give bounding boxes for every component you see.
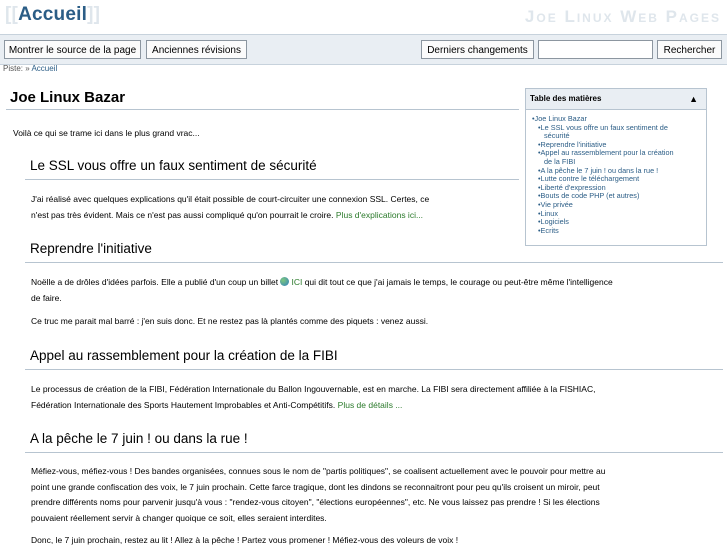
- paragraph-line: Méfiez-vous, méfiez-vous ! Des bandes or…: [31, 466, 606, 476]
- breadcrumb-label: Piste: »: [3, 64, 30, 73]
- header: [[Accueil]] Joe Linux Web Pages: [0, 0, 727, 34]
- intro-text: Voilà ce qui se trame ici dans le plus g…: [13, 128, 200, 138]
- section-initiative-paragraph: Noëlle a de drôles d'idées parfois. Elle…: [31, 275, 613, 306]
- section-divider: [25, 369, 723, 370]
- section-heading-initiative: Reprendre l'initiative: [30, 241, 152, 256]
- section-peche-paragraph-2: Donc, le 7 juin prochain, restez au lit …: [31, 535, 459, 545]
- fibi-details-link[interactable]: Plus de détails ...: [338, 400, 403, 410]
- section-heading-fibi: Appel au rassemblement pour la création …: [30, 348, 338, 363]
- paragraph-line: Fédération Internationale des Sports Hau…: [31, 398, 595, 414]
- ici-link[interactable]: ICI: [291, 277, 302, 287]
- site-name: Joe Linux Web Pages: [524, 7, 721, 26]
- page-title: Joe Linux Bazar: [10, 89, 126, 106]
- old-revisions-button[interactable]: Anciennes révisions: [146, 40, 247, 59]
- recent-changes-button[interactable]: Derniers changements: [421, 40, 534, 59]
- table-of-contents: Table des matières ▲ •Joe Linux Bazar •L…: [525, 88, 707, 246]
- toc-list: •Joe Linux Bazar •Le SSL vous offre un f…: [526, 110, 706, 235]
- site-logo[interactable]: [[Accueil]]: [5, 4, 100, 26]
- paragraph-line: prendre différents noms pour parvenir ju…: [31, 497, 600, 508]
- globe-icon: [280, 277, 290, 286]
- logo-close-brackets: ]]: [87, 4, 101, 25]
- section-heading-peche: A la pêche le 7 juin ! ou dans la rue !: [30, 431, 248, 446]
- section-divider: [25, 262, 723, 263]
- paragraph-line: Le processus de création de la FIBI, Féd…: [31, 384, 596, 394]
- section-ssl-paragraph: J'ai réalisé avec quelques explications …: [31, 192, 429, 223]
- paragraph-line: pouvaient réellement servir à changer qu…: [31, 512, 327, 523]
- section-initiative-paragraph-2: Ce truc me parait mal barré : j'en suis …: [31, 316, 429, 326]
- logo-link[interactable]: Accueil: [18, 4, 87, 25]
- search-button[interactable]: Rechercher: [657, 40, 722, 59]
- show-source-button[interactable]: Montrer le source de la page: [4, 40, 141, 59]
- paragraph-line: point une grande confiscation des voix, …: [31, 481, 600, 492]
- toolbar: Montrer le source de la page Anciennes r…: [0, 34, 727, 65]
- toc-toggle-icon[interactable]: ▲: [689, 89, 698, 109]
- section-divider: [25, 452, 723, 453]
- paragraph-line: Noëlle a de drôles d'idées parfois. Elle…: [31, 275, 613, 291]
- paragraph-line: n'est pas très évident. Mais ce n'est pa…: [31, 208, 429, 224]
- toc-header[interactable]: Table des matières ▲: [526, 89, 706, 110]
- toc-title: Table des matières: [530, 94, 602, 103]
- paragraph-text: Noëlle a de drôles d'idées parfois. Elle…: [31, 277, 279, 287]
- toc-item[interactable]: •Ecrits: [532, 226, 702, 236]
- paragraph-line: J'ai réalisé avec quelques explications …: [31, 194, 430, 204]
- logo-open-brackets: [[: [5, 4, 19, 25]
- section-fibi-paragraph: Le processus de création de la FIBI, Féd…: [31, 382, 595, 413]
- section-heading-ssl: Le SSL vous offre un faux sentiment de s…: [30, 158, 317, 173]
- section-divider: [25, 179, 519, 180]
- search-input[interactable]: [538, 40, 653, 59]
- paragraph-text: n'est pas très évident. Mais ce n'est pa…: [31, 209, 334, 220]
- paragraph-line: de faire.: [31, 292, 62, 303]
- ssl-more-link[interactable]: Plus d'explications ici...: [336, 210, 423, 220]
- breadcrumb: Piste: » Accueil: [3, 64, 57, 73]
- title-divider: [6, 109, 519, 110]
- paragraph-text: Fédération Internationale des Sports Hau…: [31, 399, 336, 410]
- breadcrumb-item-accueil[interactable]: Accueil: [31, 64, 57, 73]
- section-peche-paragraph: Méfiez-vous, méfiez-vous ! Des bandes or…: [31, 464, 605, 526]
- paragraph-text: qui dit tout ce que j'ai jamais le temps…: [304, 277, 613, 287]
